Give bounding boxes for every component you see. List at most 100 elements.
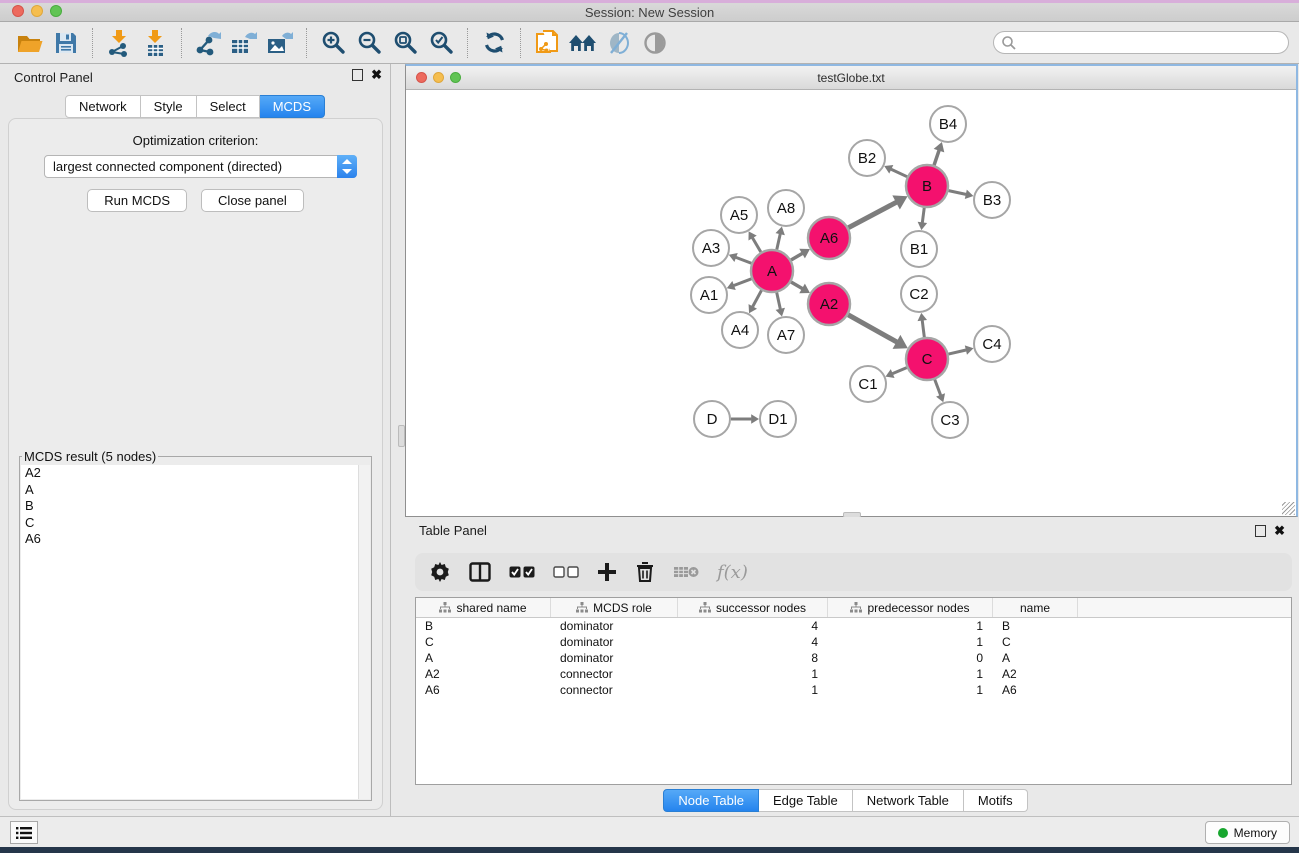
table-cell[interactable]: A6 — [993, 682, 1078, 698]
select-all-button[interactable] — [509, 559, 535, 585]
add-column-button[interactable] — [597, 559, 617, 585]
edge-B-B2[interactable] — [891, 169, 907, 176]
edge-B-B4[interactable] — [934, 150, 939, 165]
result-item[interactable]: A6 — [21, 531, 370, 548]
result-item[interactable]: A — [21, 482, 370, 499]
column-header-name[interactable]: name — [993, 598, 1078, 617]
network-view-window[interactable]: testGlobe.txt B4B2BB3A8A5A6A3B1AC2A1A2A4… — [405, 64, 1298, 517]
table-cell[interactable]: 1 — [828, 634, 993, 650]
edge-A-A6[interactable] — [791, 253, 802, 260]
table-cell[interactable]: dominator — [551, 618, 678, 634]
main-titlebar[interactable]: Session: New Session — [0, 3, 1299, 22]
table-cell[interactable]: 1 — [678, 682, 828, 698]
edge-B-B3[interactable] — [949, 191, 966, 195]
edge-A-A7[interactable] — [777, 292, 781, 309]
mcds-result-list[interactable]: A2ABCA6 — [21, 465, 370, 799]
hide-panel-button[interactable] — [601, 26, 637, 60]
criterion-select[interactable]: largest connected component (directed) — [44, 155, 357, 178]
show-panel-button[interactable] — [637, 26, 673, 60]
network-canvas[interactable]: B4B2BB3A8A5A6A3B1AC2A1A2A4A7C4CC1DD1C3 — [406, 90, 1296, 516]
gear-button[interactable] — [429, 559, 451, 585]
close-panel-icon[interactable]: ✖ — [371, 69, 382, 81]
close-view-button[interactable] — [416, 72, 427, 83]
table-cell[interactable]: A2 — [993, 666, 1078, 682]
table-cell[interactable]: 8 — [678, 650, 828, 666]
table-row[interactable]: Adominator80A — [416, 650, 1291, 666]
edge-A2-C[interactable] — [848, 315, 897, 343]
table-cell[interactable]: 1 — [828, 666, 993, 682]
zoom-in-button[interactable] — [315, 26, 351, 60]
refresh-button[interactable] — [476, 26, 512, 60]
close-panel-button[interactable]: Close panel — [201, 189, 304, 212]
duplicate-network-button[interactable] — [529, 26, 565, 60]
run-mcds-button[interactable]: Run MCDS — [87, 189, 187, 212]
minimize-window-button[interactable] — [31, 5, 43, 17]
table-cell[interactable]: connector — [551, 666, 678, 682]
memory-button[interactable]: Memory — [1205, 821, 1290, 844]
table-cell[interactable]: B — [416, 618, 551, 634]
task-history-button[interactable] — [10, 821, 38, 844]
table-cell[interactable]: 4 — [678, 618, 828, 634]
result-item[interactable]: B — [21, 498, 370, 515]
search-field[interactable] — [993, 31, 1289, 54]
open-file-button[interactable] — [12, 26, 48, 60]
column-header-shared-name[interactable]: shared name — [416, 598, 551, 617]
tab-node-table[interactable]: Node Table — [663, 789, 759, 812]
tab-mcds[interactable]: MCDS — [260, 95, 325, 118]
export-network-button[interactable] — [190, 26, 226, 60]
edge-A-A8[interactable] — [777, 234, 780, 250]
table-row[interactable]: Bdominator41B — [416, 618, 1291, 634]
deselect-all-button[interactable] — [553, 559, 579, 585]
tab-network-table[interactable]: Network Table — [853, 789, 964, 812]
float-panel-icon[interactable] — [1255, 525, 1266, 537]
table-row[interactable]: Cdominator41C — [416, 634, 1291, 650]
close-panel-icon[interactable]: ✖ — [1274, 525, 1285, 537]
import-table-button[interactable] — [137, 26, 173, 60]
table-cell[interactable]: A — [993, 650, 1078, 666]
tab-select[interactable]: Select — [197, 95, 260, 118]
toggle-columns-button[interactable] — [469, 559, 491, 585]
table-cell[interactable]: 0 — [828, 650, 993, 666]
import-network-button[interactable] — [101, 26, 137, 60]
edge-A-A2[interactable] — [791, 282, 802, 289]
minimize-view-button[interactable] — [433, 72, 444, 83]
zoom-view-button[interactable] — [450, 72, 461, 83]
close-window-button[interactable] — [12, 5, 24, 17]
tab-network[interactable]: Network — [65, 95, 141, 118]
table-cell[interactable]: 1 — [828, 682, 993, 698]
edge-C-C3[interactable] — [935, 380, 941, 396]
table-cell[interactable]: connector — [551, 682, 678, 698]
column-header-MCDS-role[interactable]: MCDS role — [551, 598, 678, 617]
table-cell[interactable]: A2 — [416, 666, 551, 682]
column-header-predecessor-nodes[interactable]: predecessor nodes — [828, 598, 993, 617]
network-window-titlebar[interactable]: testGlobe.txt — [406, 66, 1296, 90]
export-table-button[interactable] — [226, 26, 262, 60]
result-item[interactable]: A2 — [21, 465, 370, 482]
table-cell[interactable]: B — [993, 618, 1078, 634]
zoom-window-button[interactable] — [50, 5, 62, 17]
edge-C-C4[interactable] — [948, 350, 966, 354]
edge-A-A1[interactable] — [734, 279, 752, 286]
node-table[interactable]: shared nameMCDS rolesuccessor nodesprede… — [415, 597, 1292, 785]
search-input[interactable] — [1017, 36, 1288, 50]
tab-motifs[interactable]: Motifs — [964, 789, 1028, 812]
zoom-selected-button[interactable] — [423, 26, 459, 60]
edge-B-B1[interactable] — [922, 208, 924, 223]
edge-A-A3[interactable] — [736, 257, 752, 263]
resize-grip[interactable] — [1282, 502, 1295, 515]
table-cell[interactable]: dominator — [551, 634, 678, 650]
edge-A-A4[interactable] — [753, 290, 762, 306]
delete-table-button[interactable] — [673, 559, 699, 585]
table-cell[interactable]: C — [993, 634, 1078, 650]
tab-edge-table[interactable]: Edge Table — [759, 789, 853, 812]
table-row[interactable]: A6connector11A6 — [416, 682, 1291, 698]
table-cell[interactable]: dominator — [551, 650, 678, 666]
tab-style[interactable]: Style — [141, 95, 197, 118]
edge-A6-B[interactable] — [848, 202, 897, 228]
delete-column-button[interactable] — [635, 559, 655, 585]
edge-C-C1[interactable] — [892, 368, 906, 374]
table-cell[interactable]: C — [416, 634, 551, 650]
result-scrollbar[interactable] — [358, 465, 370, 799]
zoom-fit-button[interactable] — [387, 26, 423, 60]
edge-A-A5[interactable] — [753, 238, 761, 252]
